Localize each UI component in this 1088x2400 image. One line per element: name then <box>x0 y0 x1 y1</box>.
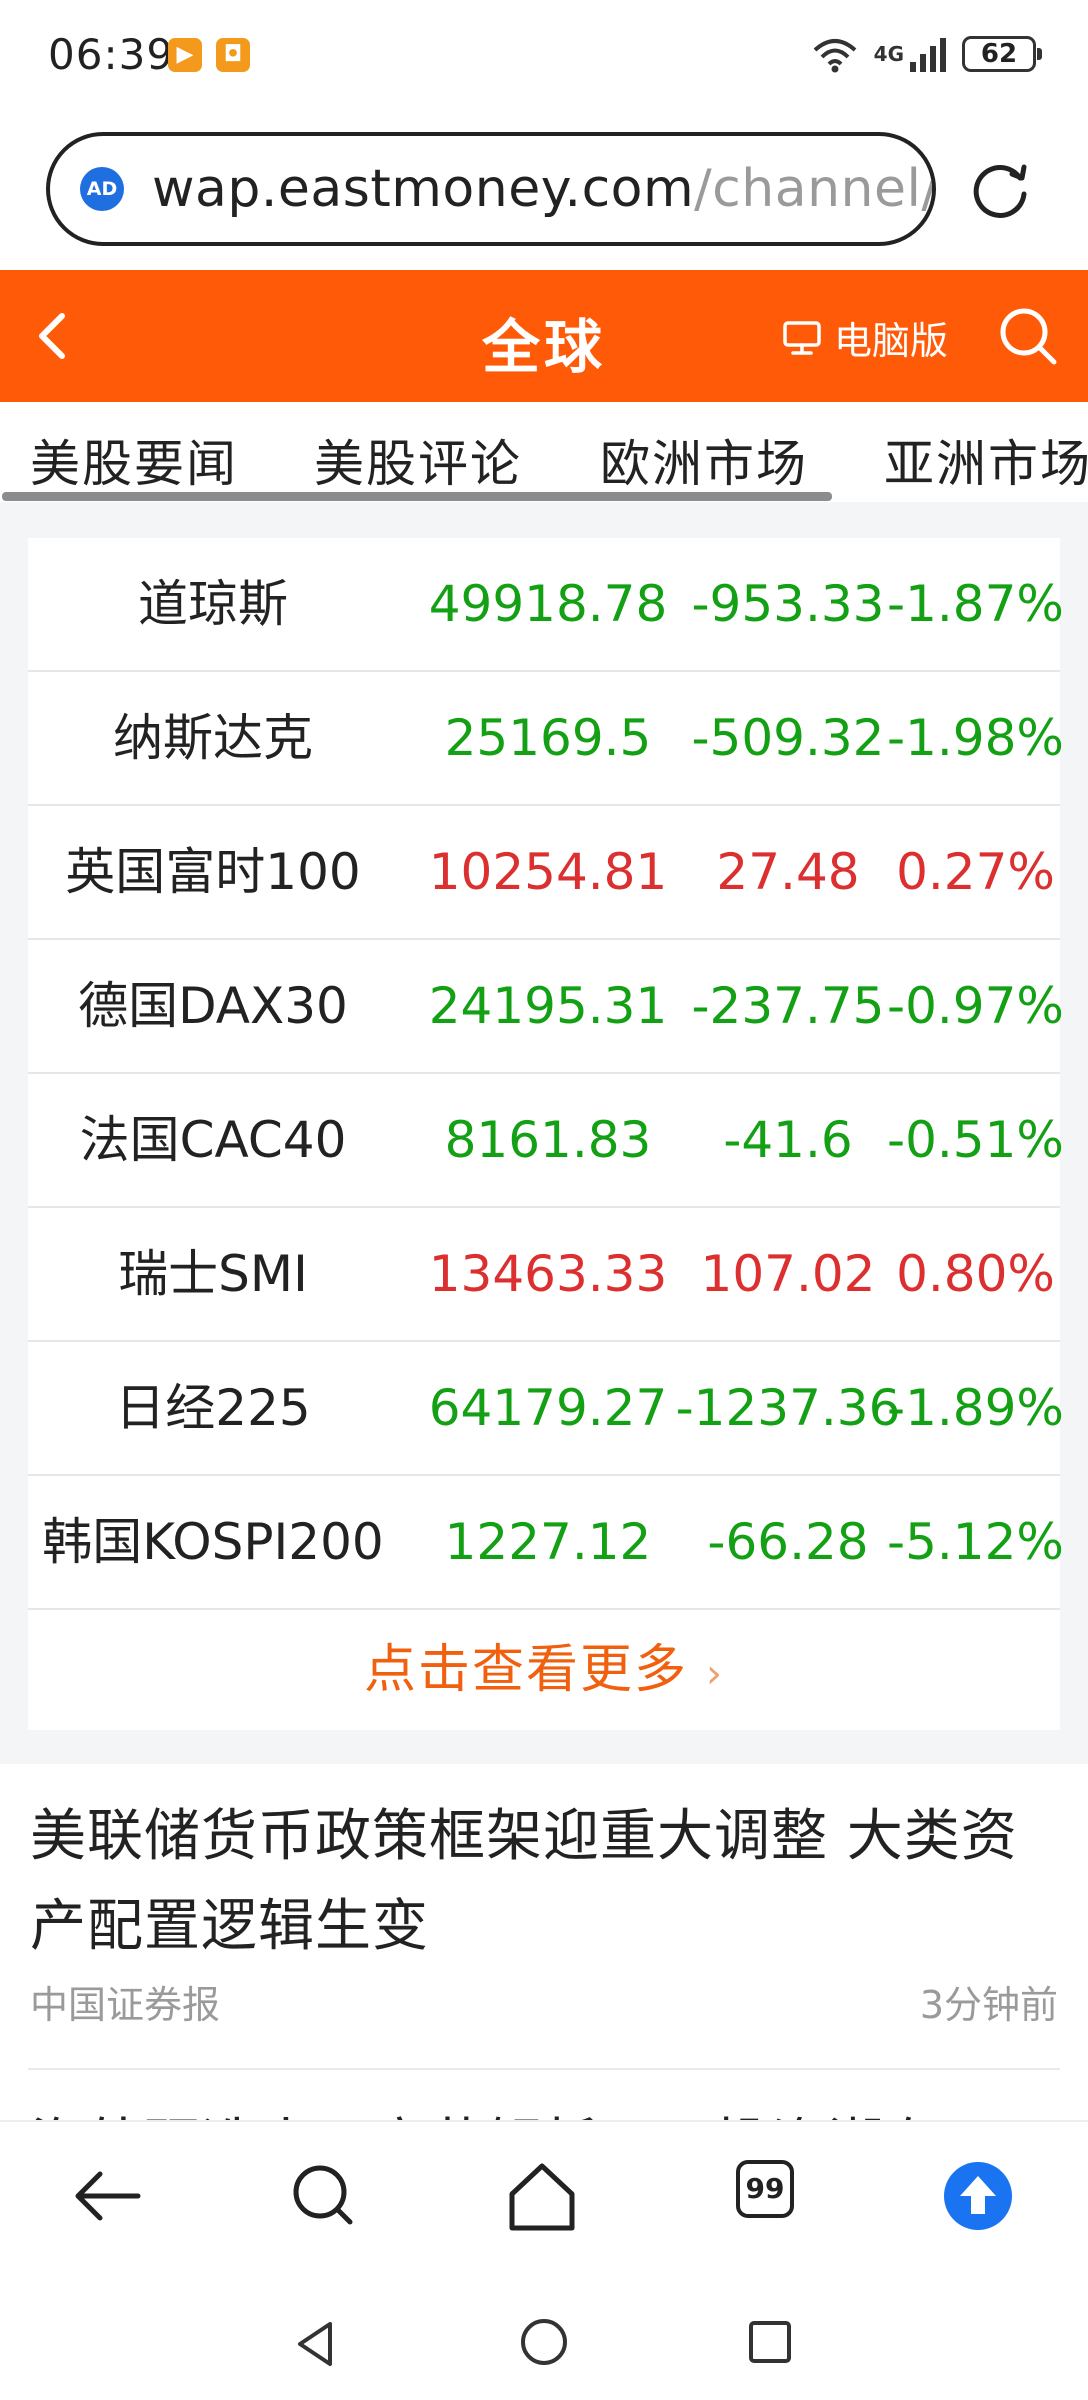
index-change-pct: -1.89% <box>887 1379 1064 1437</box>
index-change-pct: -5.12% <box>887 1513 1064 1571</box>
index-change-pct: -0.51% <box>887 1111 1064 1169</box>
pc-version-label: 电脑版 <box>834 319 949 363</box>
status-indicators: 4G 62 <box>810 34 1042 74</box>
index-name: 瑞士SMI <box>118 1245 308 1303</box>
tab-switcher-icon[interactable]: 99 <box>736 2160 794 2218</box>
browser-address-row: AD wap.eastmoney.com/channel/lis <box>0 112 1088 270</box>
view-more-label: 点击查看更多 <box>363 1640 688 1700</box>
index-change-pct: -1.87% <box>887 575 1064 633</box>
index-name: 韩国KOSPI200 <box>42 1513 384 1571</box>
index-row[interactable]: 瑞士SMI 13463.33 107.02 0.80% <box>28 1208 1060 1342</box>
home-icon[interactable] <box>498 2152 586 2240</box>
video-app-notification-icon: ▶ <box>168 38 202 72</box>
site-header: 全球 电脑版 <box>0 270 1088 402</box>
search-icon[interactable] <box>280 2152 368 2240</box>
pc-version-link[interactable]: 电脑版 <box>782 310 948 365</box>
index-change-pct: 0.27% <box>896 843 1055 901</box>
network-type: 4G <box>873 42 904 66</box>
signal-icon <box>910 38 946 72</box>
index-row[interactable]: 英国富时100 10254.81 27.48 0.27% <box>28 806 1060 940</box>
index-row[interactable]: 法国CAC40 8161.83 -41.6 -0.51% <box>28 1074 1064 1208</box>
index-name: 纳斯达克 <box>113 709 313 767</box>
index-change-pct: -1.98% <box>887 709 1064 767</box>
news-item-partial[interactable]: 海外研选丨工商薪解析，AI投资潮有无 <box>0 2070 1088 2120</box>
index-name: 法国CAC40 <box>79 1111 347 1169</box>
address-bar[interactable]: AD wap.eastmoney.com/channel/lis <box>46 132 936 246</box>
url-domain: wap.eastmoney.com <box>152 159 695 219</box>
browser-toolbar: 99 <box>0 2120 1088 2290</box>
tab-europe-market[interactable]: 欧洲市场 <box>600 424 808 496</box>
reload-icon[interactable] <box>968 156 1034 222</box>
back-icon[interactable] <box>64 2152 152 2240</box>
battery-icon: 62 <box>962 36 1042 72</box>
url-path: /channel/lis <box>694 159 936 219</box>
channel-tabs: 美股要闻 美股评论 欧洲市场 亚洲市场 <box>0 402 1088 502</box>
index-name: 道琼斯 <box>138 575 288 633</box>
status-time: 06:39 <box>48 30 175 79</box>
nav-home-icon[interactable] <box>518 2316 570 2368</box>
ad-block-icon[interactable]: AD <box>80 167 124 211</box>
search-icon[interactable] <box>994 302 1060 368</box>
news-time: 3分钟前 <box>919 1983 1058 2027</box>
upload-icon[interactable] <box>934 2152 1022 2240</box>
news-item[interactable]: 美联储货币政策框架迎重大调整 大类资产配置逻辑生变 中国证券报 3分钟前 <box>0 1764 1088 2070</box>
index-change-pct: 0.80% <box>896 1245 1055 1303</box>
index-change-pct: -0.97% <box>887 977 1064 1035</box>
index-row[interactable]: 纳斯达克 25169.5 -509.32 -1.98% <box>28 672 1064 806</box>
global-index-table: 道琼斯 49918.78 -953.33 -1.87% 纳斯达克 25169.5… <box>28 538 1064 1730</box>
index-row[interactable]: 道琼斯 49918.78 -953.33 -1.87% <box>28 538 1064 672</box>
view-more-link[interactable]: 点击查看更多 › <box>28 1610 1060 1730</box>
monitor-icon <box>783 320 821 355</box>
news-title[interactable]: 海外研选丨工商薪解析，AI投资潮有无 <box>30 2100 999 2120</box>
system-navigation-bar <box>0 2290 1088 2400</box>
index-name: 日经225 <box>115 1379 311 1437</box>
index-name: 德国DAX30 <box>78 977 348 1035</box>
wifi-icon <box>813 39 856 73</box>
index-name: 英国富时100 <box>65 843 361 901</box>
tab-scroll-indicator <box>2 492 832 501</box>
tab-asia-market[interactable]: 亚洲市场 <box>884 424 1088 496</box>
tab-us-stock-news[interactable]: 美股要闻 <box>30 424 238 496</box>
tab-us-stock-commentary[interactable]: 美股评论 <box>314 424 522 496</box>
url-text[interactable]: wap.eastmoney.com/channel/lis <box>152 159 936 219</box>
nav-recents-icon[interactable] <box>746 2318 794 2366</box>
nav-back-icon[interactable] <box>290 2316 340 2372</box>
index-row[interactable]: 德国DAX30 24195.31 -237.75 -0.97% <box>28 940 1064 1074</box>
index-row[interactable]: 韩国KOSPI200 1227.12 -66.28 -5.12% <box>28 1476 1064 1610</box>
app-notification-icon: ◘ <box>216 38 250 72</box>
status-bar: 06:39 ▶ ◘ 4G 62 <box>0 0 1088 112</box>
index-row[interactable]: 日经225 64179.27 -1237.36 -1.89% <box>28 1342 1064 1476</box>
market-section: 道琼斯 49918.78 -953.33 -1.87% 纳斯达克 25169.5… <box>0 502 1088 1764</box>
news-source: 中国证券报 <box>30 1983 221 2027</box>
chevron-right-icon: › <box>706 1651 724 1697</box>
news-title[interactable]: 美联储货币政策框架迎重大调整 大类资产配置逻辑生变 <box>30 1792 1060 1972</box>
